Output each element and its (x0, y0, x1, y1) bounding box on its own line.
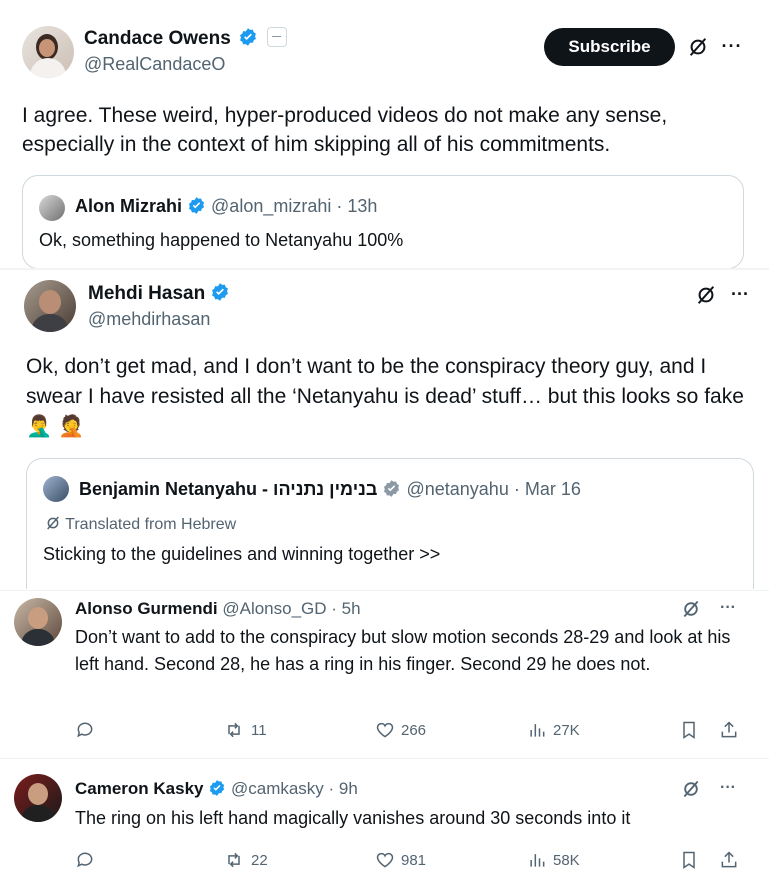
translated-row[interactable]: Translated from Hebrew (45, 515, 236, 534)
reply-icon (77, 722, 93, 738)
verified-badge-icon (384, 480, 400, 498)
share-icon (721, 721, 737, 738)
post-text-container: Ok, don’t get mad, and I don’t want to b… (26, 352, 758, 442)
verified-badge-icon (210, 780, 225, 796)
author-handle[interactable]: @mehdirhasan (88, 309, 210, 330)
share-button[interactable] (719, 850, 739, 870)
author-name[interactable]: Mehdi Hasan (88, 283, 205, 304)
subscribe-button[interactable]: Subscribe (544, 28, 675, 66)
views-count: 58K (553, 851, 580, 869)
quoted-post[interactable]: Benjamin Netanyahu - בנימין נתניהו @neta… (26, 458, 754, 589)
views-icon (530, 854, 545, 867)
post-text: I agree. These weird, hyper-produced vid… (22, 104, 668, 156)
avatar[interactable] (24, 280, 76, 332)
translated-label: Translated from Hebrew (65, 516, 237, 533)
retweet-count: 22 (251, 851, 268, 869)
retweet-button[interactable]: 11 (223, 720, 267, 740)
grok-icon[interactable] (694, 283, 718, 307)
more-options-icon[interactable]: ··· (716, 777, 740, 799)
avatar (39, 195, 65, 221)
heart-icon (376, 852, 394, 868)
action-bar: 11 266 27K (75, 718, 745, 744)
quoted-author-name: Benjamin Netanyahu - בנימין נתניהו (79, 479, 378, 499)
avatar (43, 476, 69, 502)
reply-author-name[interactable]: Alonso Gurmendi (75, 599, 218, 618)
author-handle[interactable]: @RealCandaceO (84, 54, 225, 75)
retweet-icon (228, 852, 240, 868)
post-text: Ok, don’t get mad, and I don’t want to b… (26, 355, 744, 408)
more-options-icon[interactable]: ··· (716, 597, 740, 619)
bookmark-button[interactable] (679, 850, 699, 870)
more-options-icon[interactable]: ··· (728, 282, 752, 306)
quoted-handle-time: @netanyahu · Mar 16 (406, 479, 581, 499)
views-button[interactable]: 58K (527, 850, 580, 870)
bookmark-button[interactable] (679, 720, 699, 740)
quoted-handle-time: @alon_mizrahi · 13h (211, 196, 378, 216)
share-button[interactable] (719, 720, 739, 740)
avatar[interactable] (14, 774, 62, 822)
author-row: Candace Owens (84, 26, 288, 50)
divider (0, 590, 769, 591)
like-button[interactable]: 266 (375, 720, 426, 740)
author-name[interactable]: Candace Owens (84, 28, 231, 49)
reply-author-name[interactable]: Cameron Kasky (75, 779, 204, 798)
more-options-icon[interactable]: ··· (720, 34, 744, 58)
facepalm-emoji: 🤦‍♂️ 🤦 (26, 415, 85, 438)
badge-square-icon (267, 26, 288, 47)
retweet-icon (228, 722, 240, 738)
reply-button[interactable] (75, 850, 95, 870)
reply-handle-time[interactable]: @camkasky · 9h (231, 779, 358, 798)
quoted-text: Sticking to the guidelines and winning t… (43, 544, 441, 564)
like-count: 266 (401, 721, 427, 739)
grok-icon[interactable] (680, 778, 702, 800)
reply-button[interactable] (75, 720, 95, 740)
reply-icon (77, 852, 93, 868)
grok-icon[interactable] (680, 598, 702, 620)
bookmark-icon (683, 721, 695, 739)
subscribe-label: Subscribe (568, 37, 651, 56)
verified-badge-icon (188, 197, 205, 215)
views-count: 27K (553, 721, 580, 739)
reply-text: Don’t want to add to the conspiracy but … (75, 627, 731, 674)
like-button[interactable]: 981 (375, 850, 426, 870)
bookmark-icon (683, 851, 695, 869)
avatar[interactable] (22, 26, 74, 78)
reply-text: The ring on his left hand magically vani… (75, 808, 631, 828)
divider (0, 268, 769, 270)
quoted-author-name: Alon Mizrahi (75, 196, 182, 216)
views-button[interactable]: 27K (527, 720, 580, 740)
divider (0, 758, 769, 759)
reply-handle-time[interactable]: @Alonso_GD · 5h (222, 599, 360, 618)
heart-icon (376, 722, 394, 738)
grok-icon[interactable] (686, 35, 710, 59)
like-count: 981 (401, 851, 427, 869)
verified-badge-icon (212, 283, 229, 302)
grok-icon (47, 516, 59, 530)
views-icon (530, 724, 545, 737)
quoted-post[interactable]: Alon Mizrahi @alon_mizrahi · 13h Ok, som… (22, 175, 744, 269)
retweet-count: 11 (251, 721, 267, 739)
retweet-button[interactable]: 22 (223, 850, 268, 870)
share-icon (721, 851, 737, 868)
avatar[interactable] (14, 598, 62, 646)
quoted-text: Ok, something happened to Netanyahu 100% (39, 230, 404, 250)
verified-badge-icon (240, 28, 256, 47)
action-bar: 22 981 58K (75, 850, 745, 871)
